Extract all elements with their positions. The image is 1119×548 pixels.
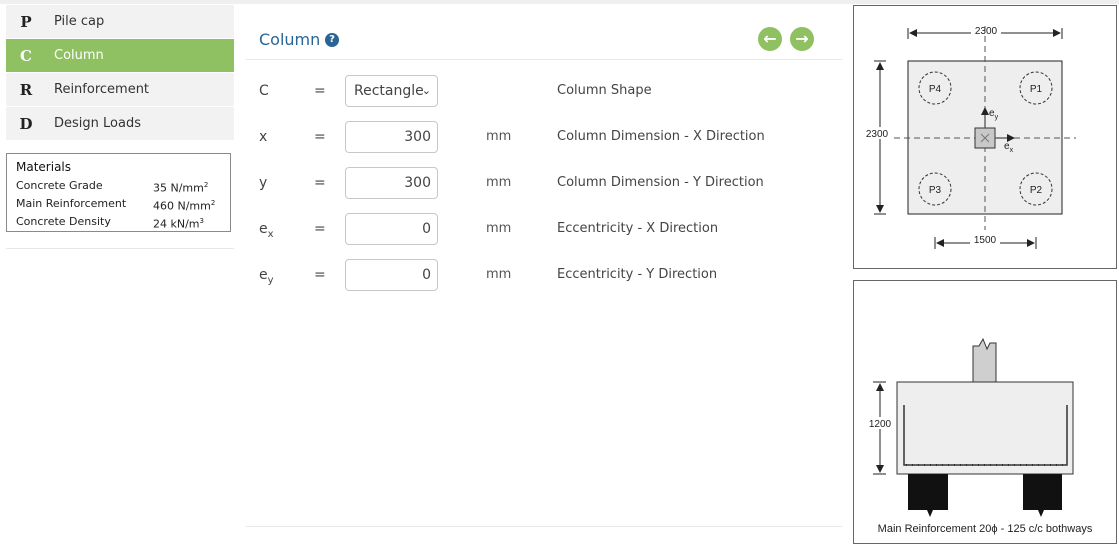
chevron-down-icon: ⌄ [421,84,431,97]
pile-label: P2 [1030,185,1043,196]
sidebar-item-letter: R [19,80,33,99]
param-unit: mm [486,267,512,282]
next-button[interactable]: → [790,27,814,51]
material-value: 35 N/mm2 [153,181,209,195]
pile-cap-plan-diagram: 2300 2300 P4 P1 P3 P2 ey ex 1500 [853,5,1117,269]
help-icon[interactable]: ? [325,33,339,47]
pile-left [908,474,948,517]
header-divider [246,59,842,60]
sidebar-item-label: Reinforcement [54,82,150,97]
sidebar-item-label: Design Loads [54,116,141,131]
eccentricity-x-input[interactable]: 0 [345,213,438,245]
param-symbol: x [259,129,268,145]
material-label: Concrete Grade [16,179,103,192]
previous-button[interactable]: ← [758,27,782,51]
param-description: Eccentricity - X Direction [557,221,719,236]
sidebar-item-letter: D [19,114,33,133]
pile-label: P1 [1030,84,1043,95]
param-symbol: ey [259,267,274,286]
column-x-input[interactable]: 300 [345,121,438,153]
column-shape-select[interactable]: Rectangle ⌄ [345,75,438,107]
sidebar-item-letter: P [20,12,32,31]
arrow-right-icon: → [795,29,809,48]
param-row-column-x: x = 300 mm Column Dimension - X Directio… [246,121,842,153]
width-dimension-label: 2300 [975,26,998,37]
pile-label: P3 [929,185,942,196]
param-description: Column Dimension - Y Direction [557,175,764,190]
material-row: Concrete Density 24 kN/m3 [16,214,221,232]
materials-panel: Materials Concrete Grade 35 N/mm2 Main R… [6,153,231,232]
pile-cap-section-diagram: 1200 Main Reinforcement 20ϕ - 125 c/c bo… [853,280,1117,544]
param-symbol: C [259,83,269,99]
param-row-column-y: y = 300 mm Column Dimension - Y Directio… [246,167,842,199]
param-equals: = [314,129,326,145]
sidebar-item-label: Pile cap [54,14,105,29]
height-dimension-label: 2300 [866,129,889,140]
material-label: Main Reinforcement [16,197,127,211]
sidebar-item-reinforcement[interactable]: R Reinforcement [6,73,234,106]
pile-spacing-label: 1500 [974,235,997,246]
param-equals: = [314,221,326,237]
page-title: Column [259,30,321,49]
param-row-eccentricity-y: ey = 0 mm Eccentricity - Y Direction [246,259,842,291]
sidebar-item-letter: C [20,46,32,65]
param-symbol: y [259,175,268,191]
top-bar [0,0,1119,4]
sidebar-nav: P Pile cap C Column R Reinforcement D De… [6,5,234,141]
param-symbol: ex [259,221,274,240]
sidebar-item-design-loads[interactable]: D Design Loads [6,107,234,140]
column-panel: Column ? ← → C = Rectangle ⌄ Column Shap… [246,5,842,528]
param-description: Column Dimension - X Direction [557,129,765,144]
param-row-eccentricity-x: ex = 0 mm Eccentricity - X Direction [246,213,842,245]
pile-label: P4 [929,84,942,95]
sidebar-divider [6,248,234,249]
reinforcement-caption: Main Reinforcement 20ϕ - 125 c/c bothway… [877,523,1093,535]
pile-right [1023,474,1062,517]
param-row-column-shape: C = Rectangle ⌄ Column Shape [246,75,842,107]
param-equals: = [314,175,326,191]
pile-cap-body [896,381,1074,475]
material-value: 460 N/mm2 [153,199,216,213]
sidebar-item-column[interactable]: C Column [6,39,234,72]
param-equals: = [314,267,326,283]
param-unit: mm [486,129,512,144]
material-row: Main Reinforcement 460 N/mm2 [16,196,221,214]
arrow-left-icon: ← [763,29,777,48]
select-value: Rectangle [354,83,424,99]
param-unit: mm [486,175,512,190]
footer-divider [246,526,842,527]
material-row: Concrete Grade 35 N/mm2 [16,178,221,196]
sidebar-item-label: Column [54,48,104,63]
param-description: Column Shape [557,83,652,98]
column-y-input[interactable]: 300 [345,167,438,199]
param-description: Eccentricity - Y Direction [557,267,718,282]
sidebar-item-pile-cap[interactable]: P Pile cap [6,5,234,38]
depth-dimension-label: 1200 [869,419,892,430]
materials-title: Materials [16,160,72,174]
param-unit: mm [486,221,512,236]
eccentricity-y-input[interactable]: 0 [345,259,438,291]
material-value: 24 kN/m3 [153,217,204,231]
param-equals: = [314,83,326,99]
column-stub [972,337,997,383]
material-label: Concrete Density [16,215,111,229]
